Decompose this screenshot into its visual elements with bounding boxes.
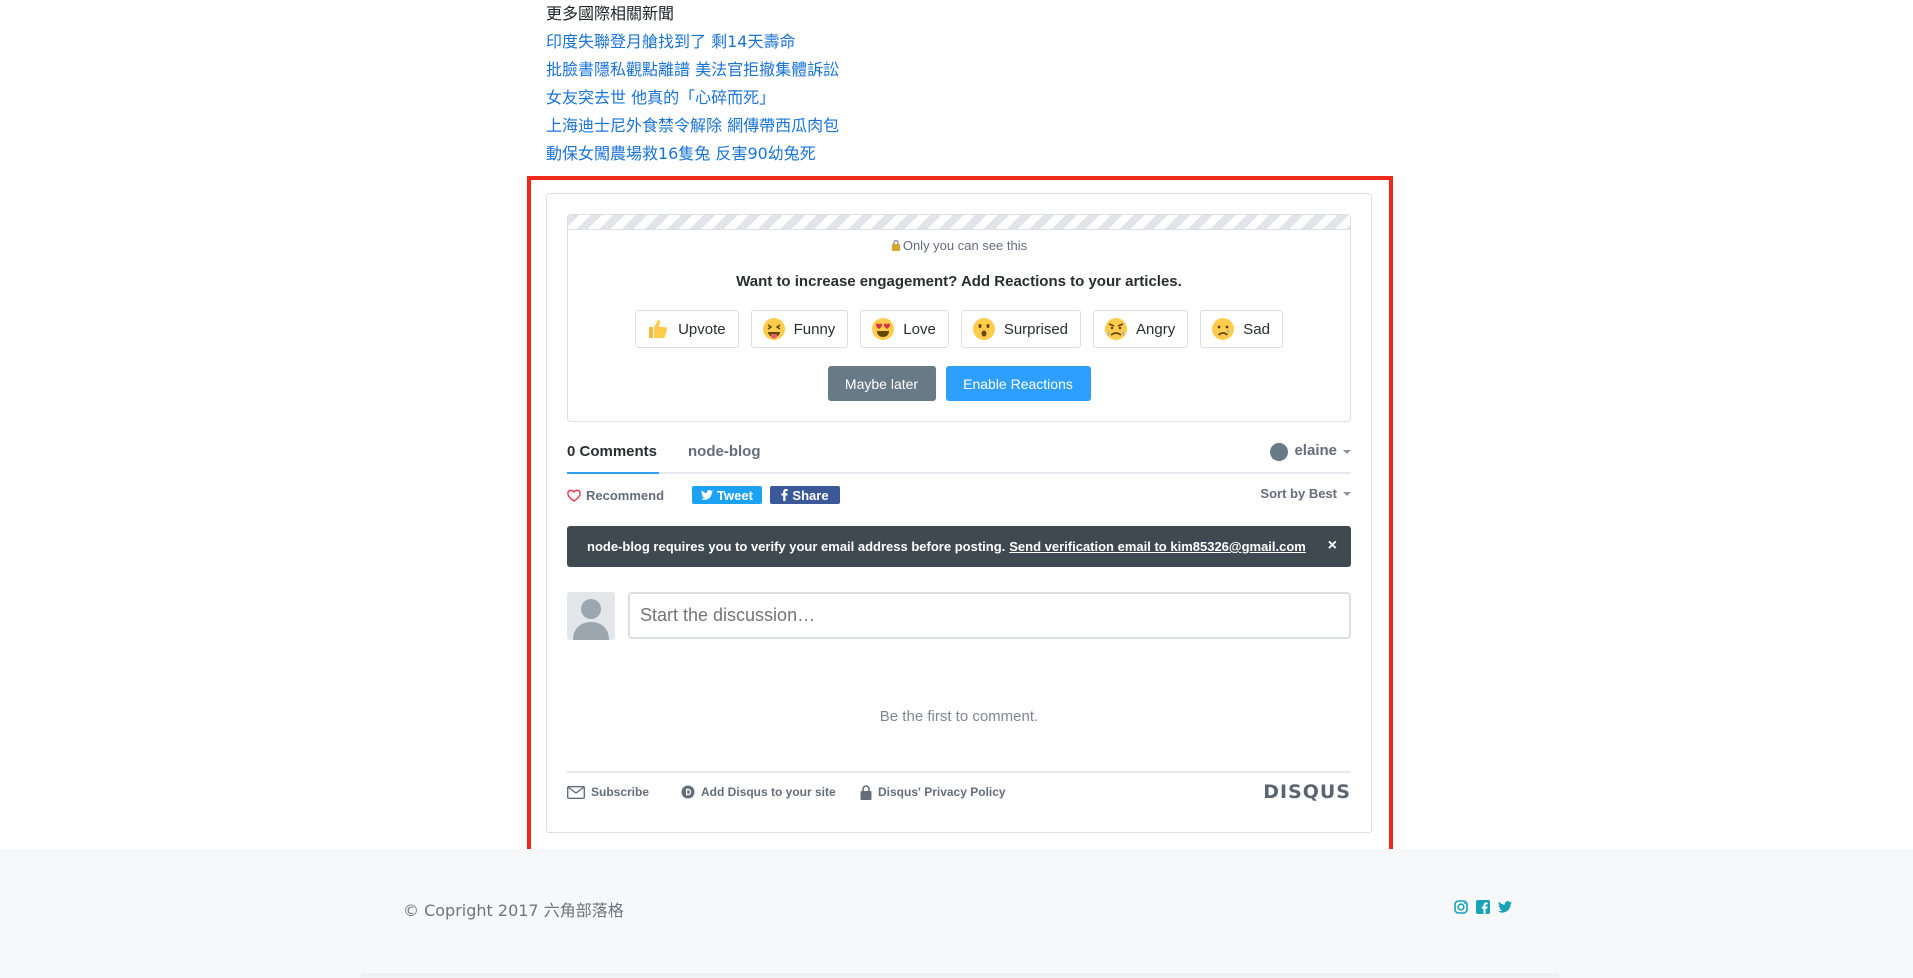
- related-news: 更多國際相關新聞 印度失聯登月艙找到了 剩14天壽命 批臉書隱私觀點離譜 美法官…: [546, 4, 946, 168]
- maybe-later-button[interactable]: Maybe later: [827, 366, 936, 401]
- reaction-label: Upvote: [678, 320, 726, 338]
- privacy-policy-link[interactable]: Disqus' Privacy Policy: [860, 783, 1006, 801]
- footer-shadow-divider: [360, 973, 1560, 978]
- related-news-link[interactable]: 上海迪士尼外食禁令解除 網傳帶西瓜肉包: [546, 112, 946, 140]
- promo-buttons: Maybe later Enable Reactions: [568, 366, 1350, 401]
- subscribe-link[interactable]: Subscribe: [567, 783, 649, 801]
- social-links: [1454, 900, 1512, 914]
- sad-face-icon: [1212, 318, 1235, 340]
- tweet-label: Tweet: [717, 487, 753, 503]
- twitter-icon[interactable]: [1498, 900, 1512, 914]
- related-news-link[interactable]: 批臉書隱私觀點離譜 美法官拒撤集體訴訟: [546, 56, 946, 84]
- envelope-icon: [567, 785, 585, 799]
- twitter-bird-icon: [701, 490, 714, 500]
- privacy-policy-label: Disqus' Privacy Policy: [878, 785, 1006, 799]
- reactions-promo: Only you can see this Want to increase e…: [567, 214, 1351, 422]
- lock-icon: [891, 239, 900, 251]
- facebook-f-icon: [781, 489, 789, 501]
- related-news-link[interactable]: 印度失聯登月艙找到了 剩14天壽命: [546, 28, 946, 56]
- page-footer: © Copright 2017 六角部落格: [0, 849, 1913, 978]
- related-news-link[interactable]: 動保女闖農場救16隻兔 反害90幼兔死: [546, 140, 946, 168]
- chevron-down-icon: [1343, 492, 1351, 496]
- send-verification-link[interactable]: Send verification email to kim85326@gmai…: [1009, 539, 1306, 554]
- promo-stripe-bar: [568, 215, 1350, 230]
- avatar: [567, 592, 615, 640]
- enable-reactions-button[interactable]: Enable Reactions: [945, 366, 1091, 401]
- angry-face-icon: [1105, 318, 1128, 340]
- add-disqus-link[interactable]: Add Disqus to your site: [681, 783, 836, 801]
- sort-dropdown[interactable]: Sort by Best: [1260, 485, 1351, 505]
- chat-bubble-icon: [1270, 443, 1289, 461]
- disqus-d-icon: [681, 785, 695, 799]
- subscribe-label: Subscribe: [591, 785, 650, 799]
- thread-tabs: 0 Comments node-blog elaine: [567, 442, 1351, 474]
- related-news-heading: 更多國際相關新聞: [546, 4, 675, 23]
- thread-action-bar: Recommend Tweet Share Sort by Best: [567, 485, 1351, 505]
- empty-thread-message: Be the first to comment.: [879, 708, 1039, 725]
- promo-title: Want to increase engagement? Add Reactio…: [736, 273, 1182, 290]
- share-label: Share: [792, 487, 829, 503]
- reaction-label: Funny: [793, 320, 836, 338]
- reaction-upvote[interactable]: Upvote: [635, 310, 739, 348]
- reaction-label: Sad: [1243, 320, 1270, 338]
- verify-email-text: node-blog requires you to verify your em…: [587, 539, 1006, 554]
- surprised-face-icon: [972, 318, 995, 340]
- close-icon[interactable]: ×: [1328, 537, 1337, 555]
- only-you-notice: Only you can see this: [568, 238, 1350, 254]
- instagram-icon[interactable]: [1454, 900, 1468, 914]
- disqus-logo[interactable]: DISQUS: [1263, 781, 1351, 803]
- reaction-label: Angry: [1136, 320, 1176, 338]
- tab-comments[interactable]: 0 Comments: [567, 442, 659, 474]
- recommend-button[interactable]: Recommend: [567, 485, 664, 505]
- tab-forum[interactable]: node-blog: [688, 442, 760, 474]
- facebook-share-button[interactable]: Share: [770, 486, 840, 504]
- reaction-label: Surprised: [1003, 320, 1069, 338]
- reaction-angry[interactable]: Angry: [1093, 310, 1189, 348]
- disqus-footer: Subscribe Add Disqus to your site Disqus…: [567, 771, 1351, 811]
- user-name: elaine: [1294, 442, 1337, 459]
- reaction-surprised[interactable]: Surprised: [960, 310, 1082, 348]
- heart-eyes-icon: [872, 318, 895, 340]
- add-disqus-label: Add Disqus to your site: [701, 785, 836, 799]
- reaction-funny[interactable]: Funny: [750, 310, 849, 348]
- facebook-icon[interactable]: [1476, 900, 1490, 914]
- chevron-down-icon: [1343, 450, 1351, 454]
- comment-input[interactable]: [628, 592, 1351, 639]
- verify-email-notice: node-blog requires you to verify your em…: [567, 526, 1351, 567]
- thumbs-up-icon: [649, 320, 668, 338]
- lock-icon: [860, 784, 872, 800]
- reaction-label: Love: [903, 320, 936, 338]
- reaction-love[interactable]: Love: [860, 310, 949, 348]
- related-news-link[interactable]: 女友突去世 他真的「心碎而死」: [546, 84, 946, 112]
- user-silhouette-icon: [567, 592, 615, 640]
- copyright-text: © Copright 2017 六角部落格: [403, 901, 624, 920]
- heart-icon: [567, 489, 581, 502]
- user-menu[interactable]: elaine: [1269, 442, 1351, 462]
- reaction-sad[interactable]: Sad: [1200, 310, 1283, 348]
- sort-label: Sort by Best: [1260, 486, 1337, 501]
- tweet-button[interactable]: Tweet: [692, 486, 762, 504]
- only-you-text: Only you can see this: [902, 238, 1028, 253]
- recommend-label: Recommend: [586, 487, 665, 503]
- tongue-face-icon: [762, 318, 785, 340]
- disqus-thread: Only you can see this Want to increase e…: [546, 193, 1372, 833]
- reaction-options: Upvote Funny Love Surprised Angry Sad: [568, 310, 1350, 348]
